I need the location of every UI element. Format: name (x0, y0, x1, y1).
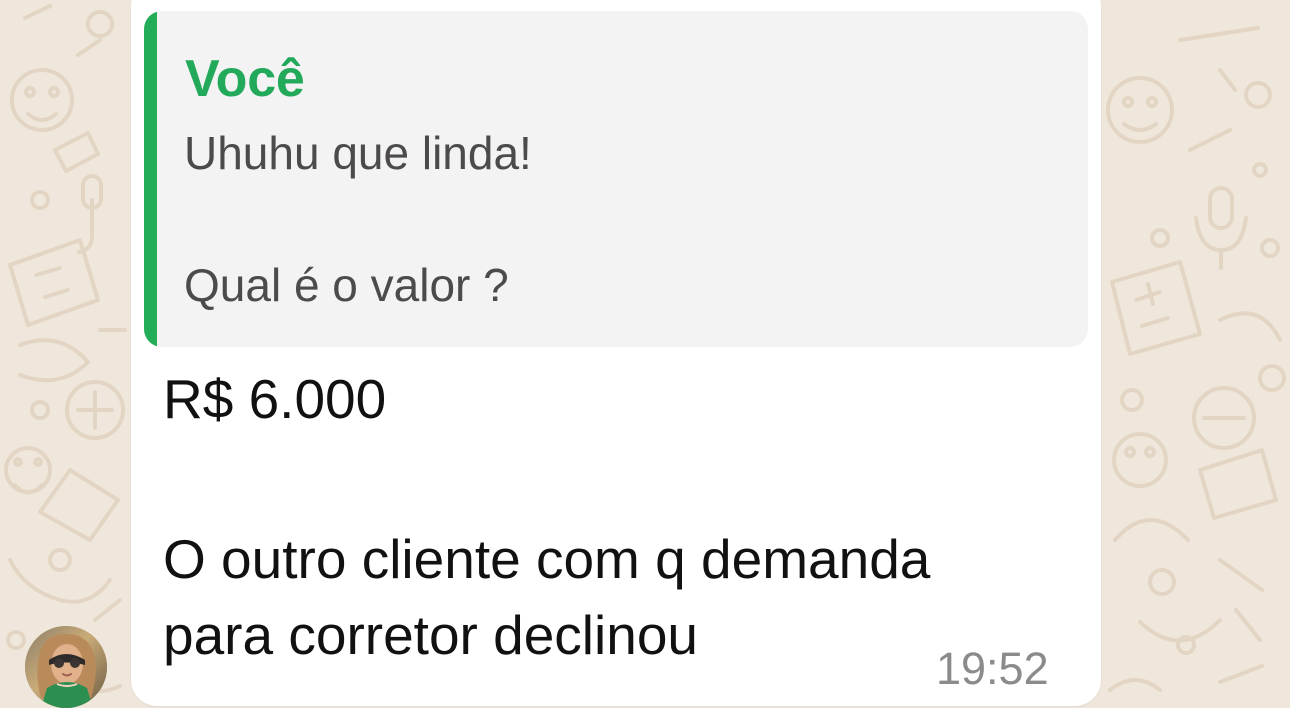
message-text-line: para corretor declinou (163, 604, 699, 666)
quoted-message-line: Qual é o valor ? (184, 259, 509, 311)
message-text-line: O outro cliente com q demanda (163, 528, 931, 590)
quoted-message-author: Você (185, 50, 305, 108)
quoted-message[interactable]: Você Uhuhu que linda! Qual é o valor ? (144, 11, 1088, 347)
contact-avatar[interactable] (25, 626, 107, 708)
message-text-line: R$ 6.000 (163, 368, 387, 430)
message-timestamp: 19:52 (936, 643, 1049, 694)
quoted-message-line: Uhuhu que linda! (184, 127, 532, 179)
quote-accent-bar (144, 11, 157, 347)
